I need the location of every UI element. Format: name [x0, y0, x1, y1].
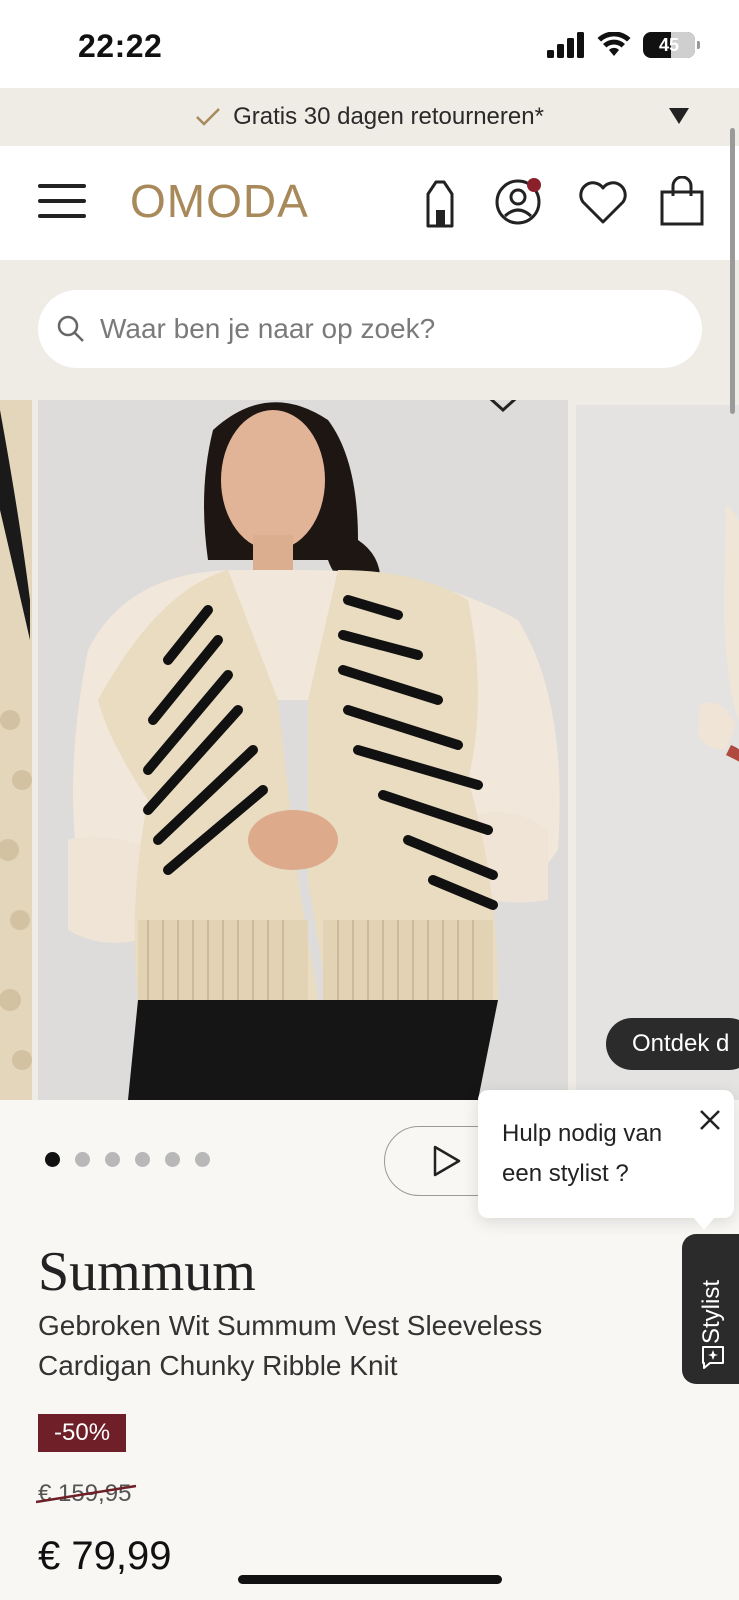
chat-sparkle-icon: [702, 1346, 724, 1369]
product-image-carousel[interactable]: [0, 400, 739, 1100]
promo-banner[interactable]: Gratis 30 dagen retourneren*: [0, 88, 739, 146]
stylist-tab-label: Stylist: [698, 1279, 725, 1344]
battery-icon: 45: [643, 32, 700, 58]
stylist-tab[interactable]: Stylist: [682, 1234, 739, 1384]
wishlist-heart-icon[interactable]: [576, 176, 630, 228]
status-time: 22:22: [78, 28, 163, 64]
stylist-help-popup: Hulp nodig van een stylist ?: [478, 1090, 734, 1218]
status-icons: 45: [547, 32, 700, 58]
omoda-logo[interactable]: OMODA: [130, 174, 309, 228]
chevron-down-icon[interactable]: [669, 108, 689, 124]
popup-tail: [692, 1216, 716, 1230]
checkmark-icon: [196, 108, 220, 126]
shopping-bag-icon[interactable]: [656, 176, 708, 228]
cellular-signal-icon: [547, 32, 584, 58]
scrollbar[interactable]: [730, 128, 735, 414]
explore-button[interactable]: Ontdek d: [606, 1018, 739, 1070]
status-bar: 22:22 45: [0, 0, 739, 88]
store-icon[interactable]: [416, 176, 468, 228]
carousel-dot[interactable]: [45, 1152, 60, 1167]
play-icon: [433, 1145, 461, 1177]
battery-level: 45: [658, 34, 680, 55]
carousel-dot[interactable]: [75, 1152, 90, 1167]
search-box[interactable]: [38, 290, 702, 368]
main-product-image[interactable]: [38, 400, 568, 1100]
strikethrough-line: [36, 1484, 137, 1504]
discount-badge: -50%: [38, 1414, 127, 1452]
carousel-dot[interactable]: [195, 1152, 210, 1167]
home-indicator[interactable]: [238, 1575, 502, 1584]
carousel-dot[interactable]: [105, 1152, 120, 1167]
search-input[interactable]: [100, 313, 660, 345]
stylist-popup-text: Hulp nodig van een stylist ?: [502, 1120, 663, 1187]
old-price: € 159,95: [36, 1480, 137, 1508]
close-icon[interactable]: [696, 1106, 724, 1134]
search-area: [0, 260, 739, 400]
carousel-dot[interactable]: [135, 1152, 150, 1167]
carousel-dots: [45, 1152, 210, 1167]
current-price: € 79,99: [38, 1534, 172, 1578]
search-icon: [57, 315, 84, 342]
next-product-image[interactable]: [576, 405, 739, 1100]
product-name: Gebroken Wit Summum Vest Sleeveless Card…: [38, 1310, 543, 1381]
wifi-icon: [597, 32, 631, 56]
product-brand[interactable]: Summum: [38, 1240, 256, 1304]
previous-product-image[interactable]: [0, 400, 32, 1100]
site-header: OMODA: [0, 146, 739, 260]
carousel-dot[interactable]: [165, 1152, 180, 1167]
account-icon[interactable]: [494, 176, 546, 228]
menu-icon[interactable]: [38, 184, 86, 218]
promo-text: Gratis 30 dagen retourneren*: [233, 103, 544, 130]
